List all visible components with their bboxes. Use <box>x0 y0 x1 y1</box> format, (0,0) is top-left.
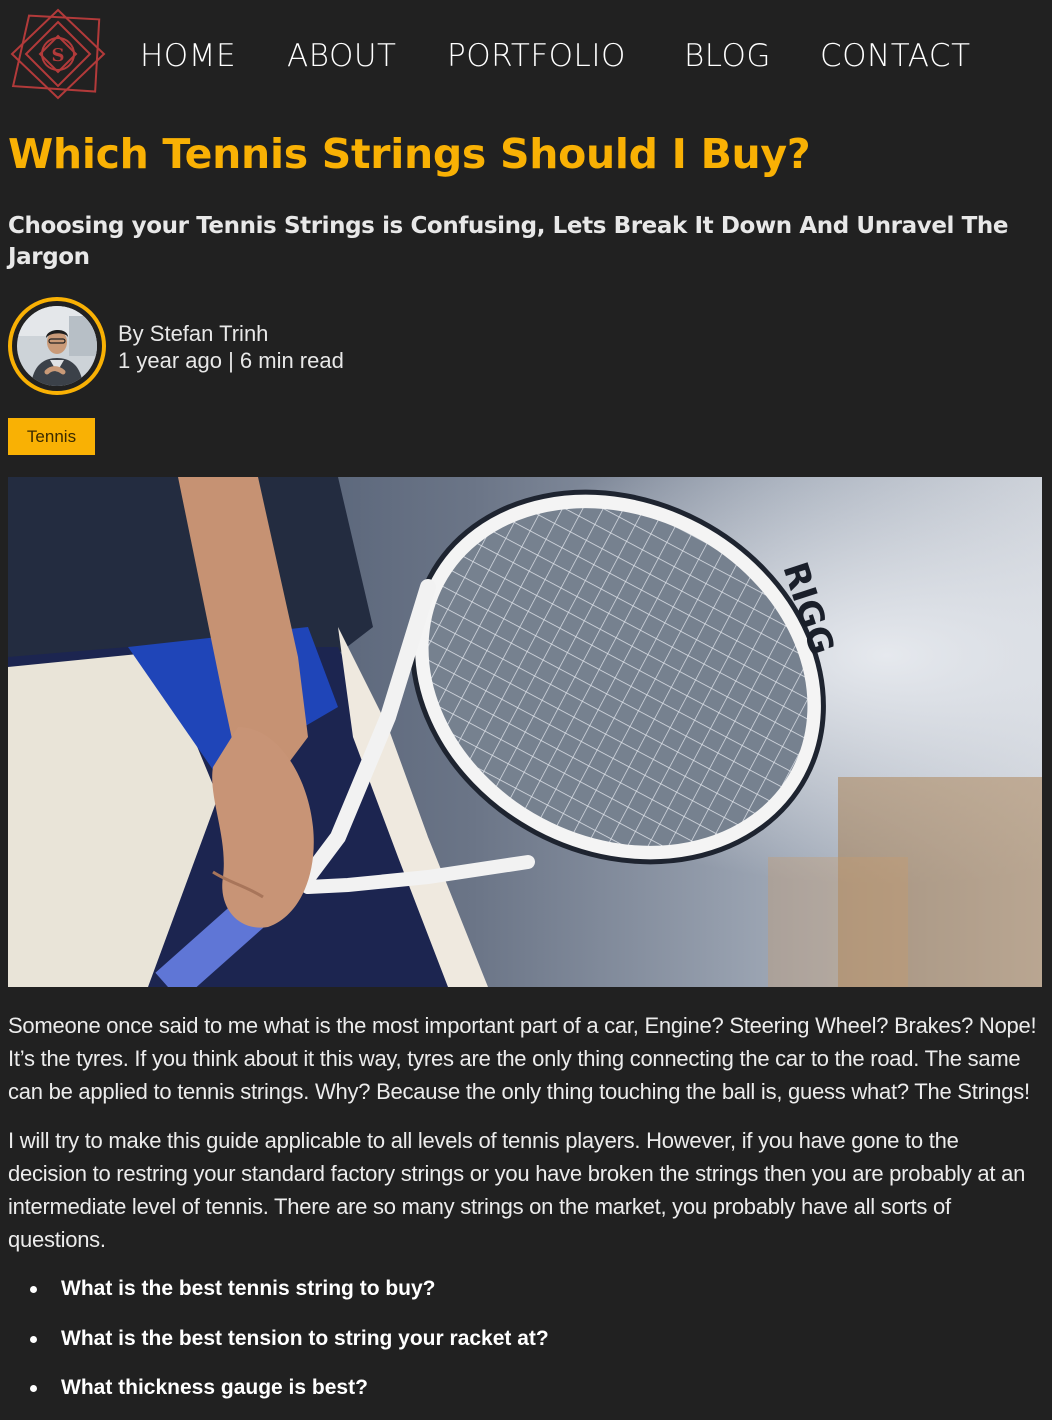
post-meta: 1 year ago | 6 min read <box>118 348 344 373</box>
site-logo-icon[interactable]: S <box>10 8 106 100</box>
author-avatar[interactable] <box>8 297 106 395</box>
author-info: By Stefan Trinh 1 year ago | 6 min read <box>118 320 344 374</box>
svg-text:S: S <box>52 45 65 66</box>
list-item: What thickness gauge is best? <box>0 1370 549 1420</box>
questions-list: What is the best tennis string to buy? W… <box>0 1271 549 1420</box>
author-photo <box>17 306 97 386</box>
guide-paragraph: I will try to make this guide applicable… <box>8 1128 1026 1252</box>
nav-contact[interactable]: CONTACT <box>820 38 971 74</box>
hero-image: RIGG <box>8 477 1042 987</box>
question-text: What thickness gauge is best? <box>61 1376 368 1399</box>
nav-portfolio[interactable]: PORTFOLIO <box>447 38 626 74</box>
bullet-icon <box>30 1286 37 1293</box>
list-item: What is the best tennis string to buy? <box>0 1271 549 1321</box>
bullet-icon <box>30 1335 37 1343</box>
article-title: Which Tennis Strings Should I Buy? <box>8 130 811 178</box>
article-subtitle: Choosing your Tennis Strings is Confusin… <box>8 213 1009 270</box>
intro-paragraph: Someone once said to me what is the most… <box>8 1013 1037 1104</box>
nav-about[interactable]: ABOUT <box>287 38 397 74</box>
bullet-icon <box>30 1385 37 1392</box>
nav-home[interactable]: HOME <box>140 38 236 74</box>
site-header: S HOME ABOUT PORTFOLIO BLOG CONTACT <box>0 0 1052 115</box>
list-item: What is the best tension to string your … <box>0 1321 549 1371</box>
nav-blog[interactable]: BLOG <box>684 38 771 74</box>
question-text: What is the best tension to string your … <box>61 1326 549 1350</box>
question-text: What is the best tennis string to buy? <box>61 1277 436 1300</box>
category-tag[interactable]: Tennis <box>8 418 95 455</box>
author-name: By Stefan Trinh <box>118 321 269 346</box>
